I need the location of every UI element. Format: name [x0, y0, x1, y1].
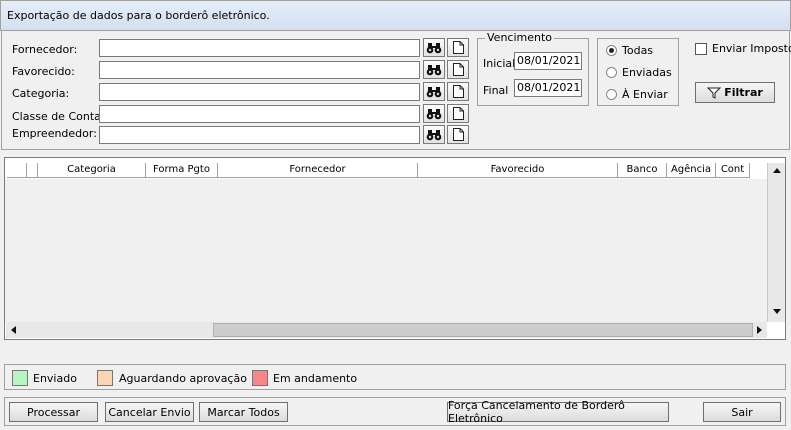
- inicial-label: Inicial: [483, 57, 516, 70]
- categoria-label: Categoria:: [12, 87, 70, 100]
- todas-label: Todas: [622, 44, 654, 57]
- favorecido-input[interactable]: [99, 61, 420, 79]
- cancelar-envio-label: Cancelar Envio: [108, 405, 191, 419]
- funnel-icon: [707, 87, 722, 99]
- column-header-banco[interactable]: Banco: [618, 163, 667, 178]
- categoria-search-button[interactable]: [423, 82, 445, 101]
- enviadas-label: Enviadas: [622, 66, 672, 79]
- fornecedor-search-button[interactable]: [423, 38, 445, 57]
- categoria-new-button[interactable]: [447, 82, 469, 101]
- fornecedor-new-button[interactable]: [447, 38, 469, 57]
- classe-conta-new-button[interactable]: [447, 104, 469, 123]
- a-enviar-label: À Enviar: [622, 88, 668, 101]
- column-header-cont[interactable]: Cont: [716, 163, 750, 178]
- blank-document-icon: [452, 107, 464, 120]
- column-header-ag-ncia[interactable]: Agência: [667, 163, 716, 178]
- fornecedor-input[interactable]: [99, 39, 420, 57]
- scroll-left-icon[interactable]: [11, 326, 16, 334]
- legend-label-andamento: Em andamento: [273, 372, 358, 385]
- enviar-imposto-label: Enviar Imposto: [712, 42, 791, 55]
- enviar-imposto-checkbox[interactable]: [695, 43, 707, 55]
- classe-conta-input[interactable]: [99, 105, 420, 123]
- todas-radio[interactable]: [606, 45, 617, 56]
- legend-label-aguardando: Aguardando aprovação: [119, 372, 247, 385]
- marcar-todos-label: Marcar Todos: [207, 405, 280, 419]
- results-grid[interactable]: Categoria Forma Pgto Fornecedor Favorecido B…: [4, 157, 786, 340]
- binoculars-icon: [426, 86, 442, 97]
- favorecido-new-button[interactable]: [447, 60, 469, 79]
- classe-conta-label: Classe de Conta:: [12, 110, 105, 123]
- enviadas-radio[interactable]: [606, 67, 617, 78]
- binoculars-icon: [426, 129, 442, 140]
- legend-swatch-enviado: [12, 370, 28, 386]
- favorecido-label: Favorecido:: [12, 65, 75, 78]
- blank-document-icon: [452, 41, 464, 54]
- legend-swatch-aguardando: [97, 370, 113, 386]
- column-header-blank-1[interactable]: [27, 163, 38, 178]
- filtrar-button[interactable]: Filtrar: [695, 82, 775, 103]
- processar-label: Processar: [27, 405, 80, 419]
- filter-panel: Fornecedor: Favorecido: Categoria: Class…: [1, 30, 791, 150]
- status-radio-group: Todas Enviadas À Enviar: [597, 38, 679, 106]
- window-title: Exportação de dados para o borderô eletr…: [7, 9, 270, 22]
- blank-document-icon: [452, 128, 464, 141]
- empreendedor-new-button[interactable]: [447, 125, 469, 144]
- binoculars-icon: [426, 42, 442, 53]
- column-header-fornecedor[interactable]: Fornecedor: [218, 163, 418, 178]
- favorecido-search-button[interactable]: [423, 60, 445, 79]
- final-date-input[interactable]: 08/01/2021: [514, 79, 582, 97]
- binoculars-icon: [426, 108, 442, 119]
- final-label: Final: [483, 84, 509, 97]
- horizontal-scroll-thumb[interactable]: [213, 323, 753, 337]
- vencimento-group: Vencimento Inicial 08/01/2021 Final 08/0…: [477, 31, 589, 106]
- action-bar: Processar Cancelar Envio Marcar Todos Fo…: [4, 397, 786, 426]
- filtrar-label: Filtrar: [724, 86, 763, 99]
- empreendedor-input[interactable]: [99, 126, 420, 144]
- title-bar: Exportação de dados para o borderô eletr…: [0, 0, 791, 31]
- scroll-right-icon[interactable]: [757, 326, 762, 334]
- blank-document-icon: [452, 85, 464, 98]
- vencimento-title: Vencimento: [485, 31, 555, 44]
- column-header-categoria[interactable]: Categoria: [38, 163, 146, 178]
- grid-body: [5, 179, 767, 322]
- a-enviar-radio[interactable]: [606, 89, 617, 100]
- binoculars-icon: [426, 64, 442, 75]
- horizontal-scrollbar[interactable]: [6, 322, 767, 338]
- blank-document-icon: [452, 63, 464, 76]
- empreendedor-search-button[interactable]: [423, 125, 445, 144]
- empreendedor-label: Empreendedor:: [12, 127, 97, 140]
- inicial-date-input[interactable]: 08/01/2021: [514, 52, 582, 70]
- column-header-forma-pgto[interactable]: Forma Pgto: [146, 163, 218, 178]
- cancelar-envio-button[interactable]: Cancelar Envio: [105, 402, 194, 422]
- legend-label-enviado: Enviado: [33, 372, 77, 385]
- marcar-todos-button[interactable]: Marcar Todos: [199, 402, 288, 422]
- scroll-up-icon[interactable]: [773, 168, 781, 173]
- legend-bar: Enviado Aguardando aprovação Em andament…: [4, 364, 786, 390]
- vertical-scrollbar[interactable]: [767, 163, 785, 322]
- sair-button[interactable]: Sair: [703, 402, 781, 422]
- column-header-favorecido[interactable]: Favorecido: [418, 163, 618, 178]
- sair-label: Sair: [731, 405, 753, 419]
- classe-conta-search-button[interactable]: [423, 104, 445, 123]
- categoria-input[interactable]: [99, 83, 420, 101]
- forca-cancelamento-label: Força Cancelamento de Borderô Eletrônico: [448, 399, 625, 425]
- processar-button[interactable]: Processar: [9, 402, 98, 422]
- legend-swatch-andamento: [252, 370, 268, 386]
- column-header-blank-0[interactable]: [7, 163, 27, 178]
- fornecedor-label: Fornecedor:: [12, 43, 78, 56]
- scroll-down-icon[interactable]: [773, 309, 781, 314]
- forca-cancelamento-button[interactable]: Força Cancelamento de Borderô Eletrônico: [447, 399, 669, 425]
